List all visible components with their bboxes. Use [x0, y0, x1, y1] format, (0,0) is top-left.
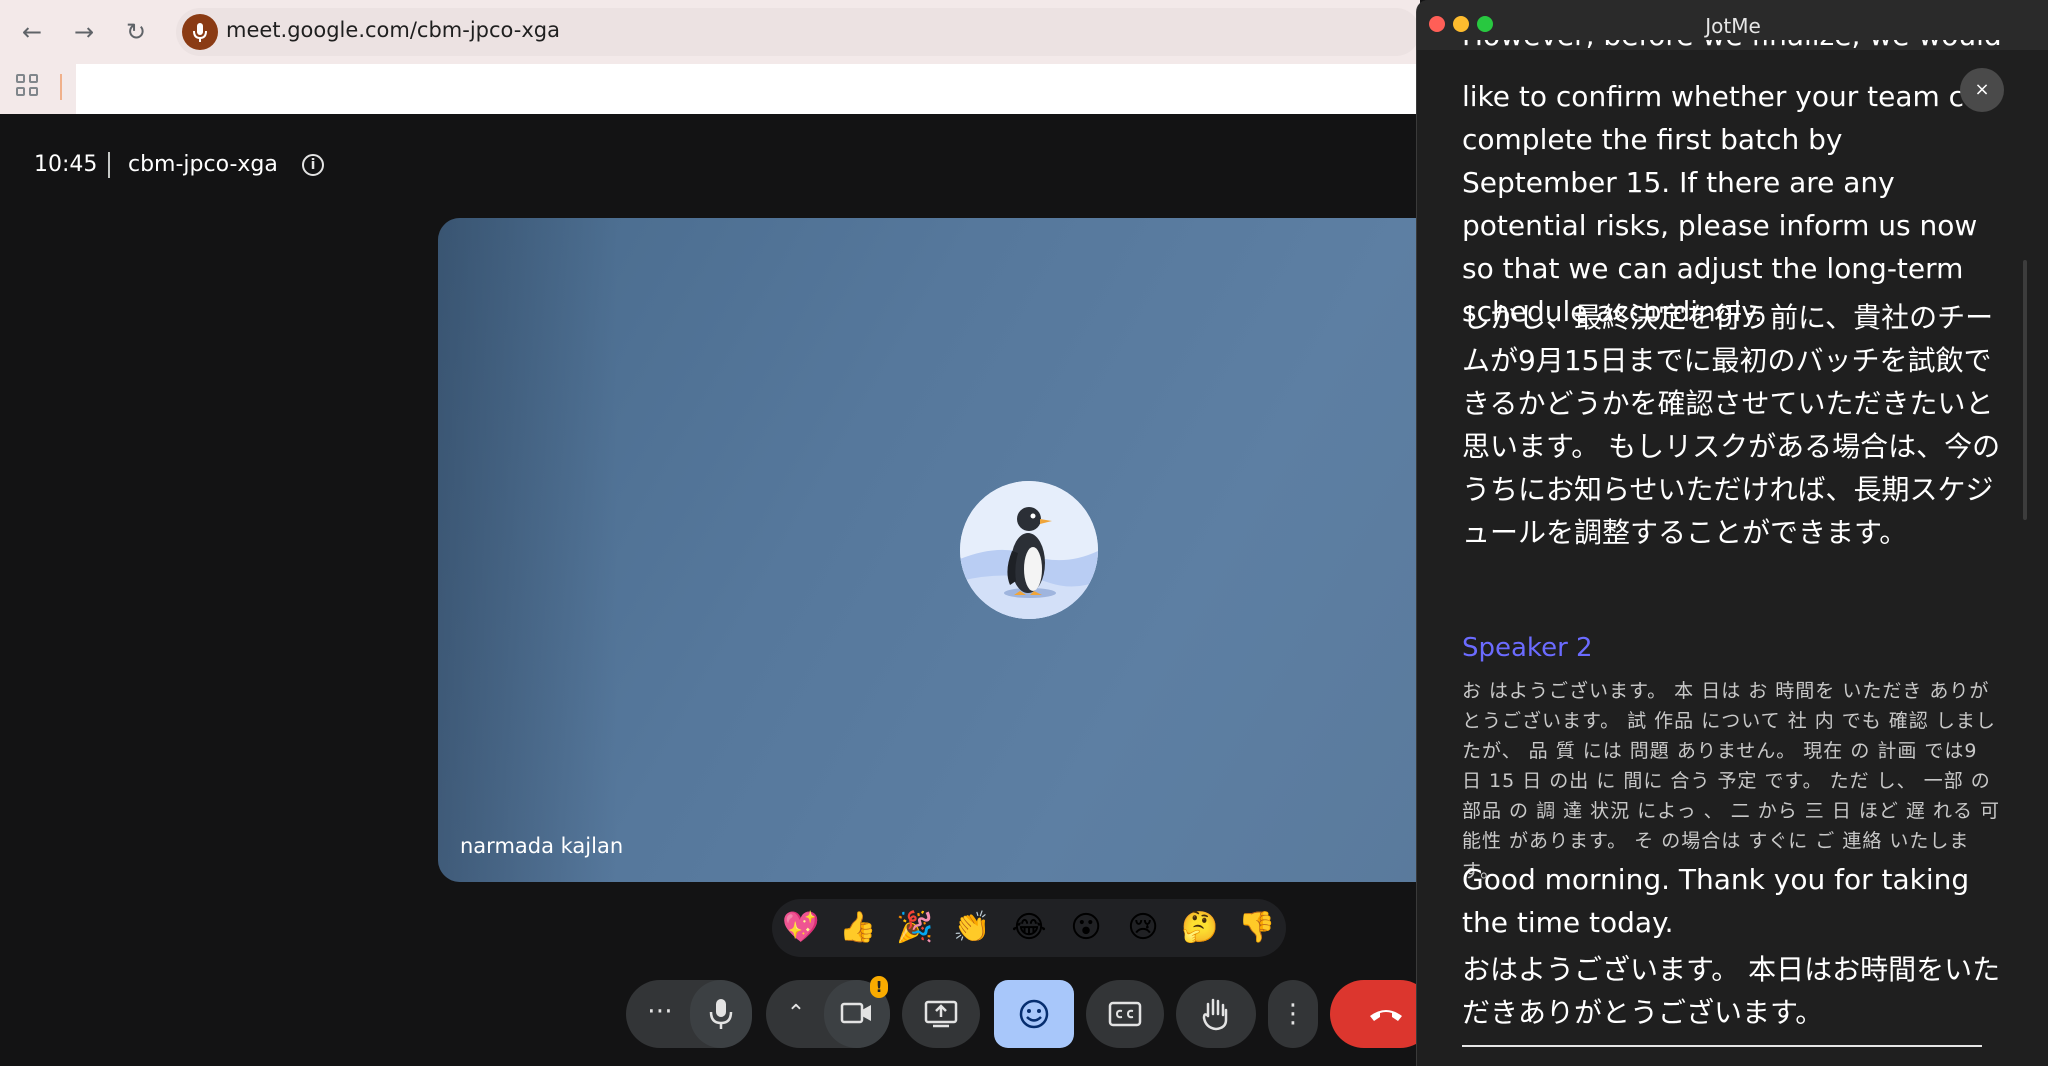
- back-arrow-icon[interactable]: ←: [16, 16, 48, 48]
- header-divider: [108, 152, 110, 178]
- more-options-button[interactable]: ⋮: [1268, 980, 1318, 1048]
- participant-avatar: [960, 481, 1098, 619]
- speaker-label: Speaker 2: [1462, 633, 1593, 663]
- closed-captions-icon: [1108, 1001, 1142, 1027]
- reaction-clapping[interactable]: 👏: [951, 907, 993, 949]
- camera-icon: [840, 1002, 871, 1024]
- bookmark-divider: [60, 74, 62, 100]
- end-call-icon: [1370, 1010, 1402, 1021]
- speaker-raw-transcript: お はようございます。 本 日は お 時間を いただき ありがとうございます。 …: [1462, 680, 2000, 882]
- raise-hand-button[interactable]: [1176, 980, 1256, 1048]
- participant-video-tile: [438, 218, 1438, 882]
- apps-grid-icon[interactable]: [16, 74, 40, 98]
- microphone-icon[interactable]: [182, 14, 218, 50]
- microphone-button[interactable]: [690, 980, 752, 1048]
- transcript-divider: [1462, 1045, 1982, 1047]
- partial-transcript-text: However, before we finalize, we would: [1462, 40, 2002, 57]
- reaction-crying[interactable]: 😢: [1122, 907, 1164, 949]
- url-text[interactable]: meet.google.com/cbm-jpco-xga: [226, 18, 560, 42]
- reactions-button[interactable]: [994, 980, 1074, 1048]
- emoji-icon: [1019, 999, 1049, 1029]
- reaction-sparkling-heart[interactable]: 💖: [780, 907, 822, 949]
- bookmarks-area: [76, 64, 1420, 114]
- captions-button[interactable]: [1086, 980, 1164, 1048]
- camera-button[interactable]: !: [824, 976, 890, 1048]
- tile-shade: [438, 218, 1438, 882]
- reaction-thumbs-up[interactable]: 👍: [837, 907, 879, 949]
- more-vert-icon: ⋮: [1280, 999, 1306, 1029]
- reload-icon[interactable]: ↻: [120, 16, 152, 48]
- more-audio-options-icon[interactable]: ⋯: [640, 998, 680, 1030]
- transcript-english-1: like to confirm whether your team can co…: [1462, 80, 1999, 328]
- meeting-code: cbm-jpco-xga: [128, 152, 278, 177]
- close-button[interactable]: ×: [1960, 68, 2004, 112]
- info-icon[interactable]: i: [302, 154, 324, 176]
- microphone-button-icon: [709, 999, 733, 1029]
- reaction-laughing[interactable]: 😂: [1008, 907, 1050, 949]
- meeting-time: 10:45: [34, 152, 98, 177]
- transcript-english-2: Good morning. Thank you for taking the t…: [1462, 863, 1970, 939]
- reaction-party-popper[interactable]: 🎉: [894, 907, 936, 949]
- chevron-up-icon[interactable]: ⌃: [780, 998, 812, 1030]
- reaction-thumbs-down[interactable]: 👎: [1236, 907, 1278, 949]
- present-screen-button[interactable]: [902, 980, 980, 1048]
- raise-hand-icon: [1202, 998, 1228, 1031]
- scrollbar[interactable]: [2023, 260, 2027, 520]
- present-screen-icon: [924, 1000, 958, 1028]
- reaction-surprised[interactable]: 😮: [1065, 907, 1107, 949]
- partial-transcript-line: However, before we finalize, we would: [1462, 40, 2002, 66]
- camera-warning-icon: !: [870, 976, 888, 998]
- participant-name: narmada kajlan: [460, 834, 624, 858]
- reaction-thinking[interactable]: 🤔: [1179, 907, 1221, 949]
- transcript-japanese-1: しかし、最終決定を行う前に、貴社のチームが9月15日までに最初のバッチを試飲でき…: [1462, 301, 2001, 549]
- jotme-title: JotMe: [1705, 14, 1761, 38]
- transcript-japanese-2: おはようございます。 本日はお時間をいただきありがとうございます。: [1462, 953, 2001, 1029]
- forward-arrow-icon[interactable]: →: [68, 16, 100, 48]
